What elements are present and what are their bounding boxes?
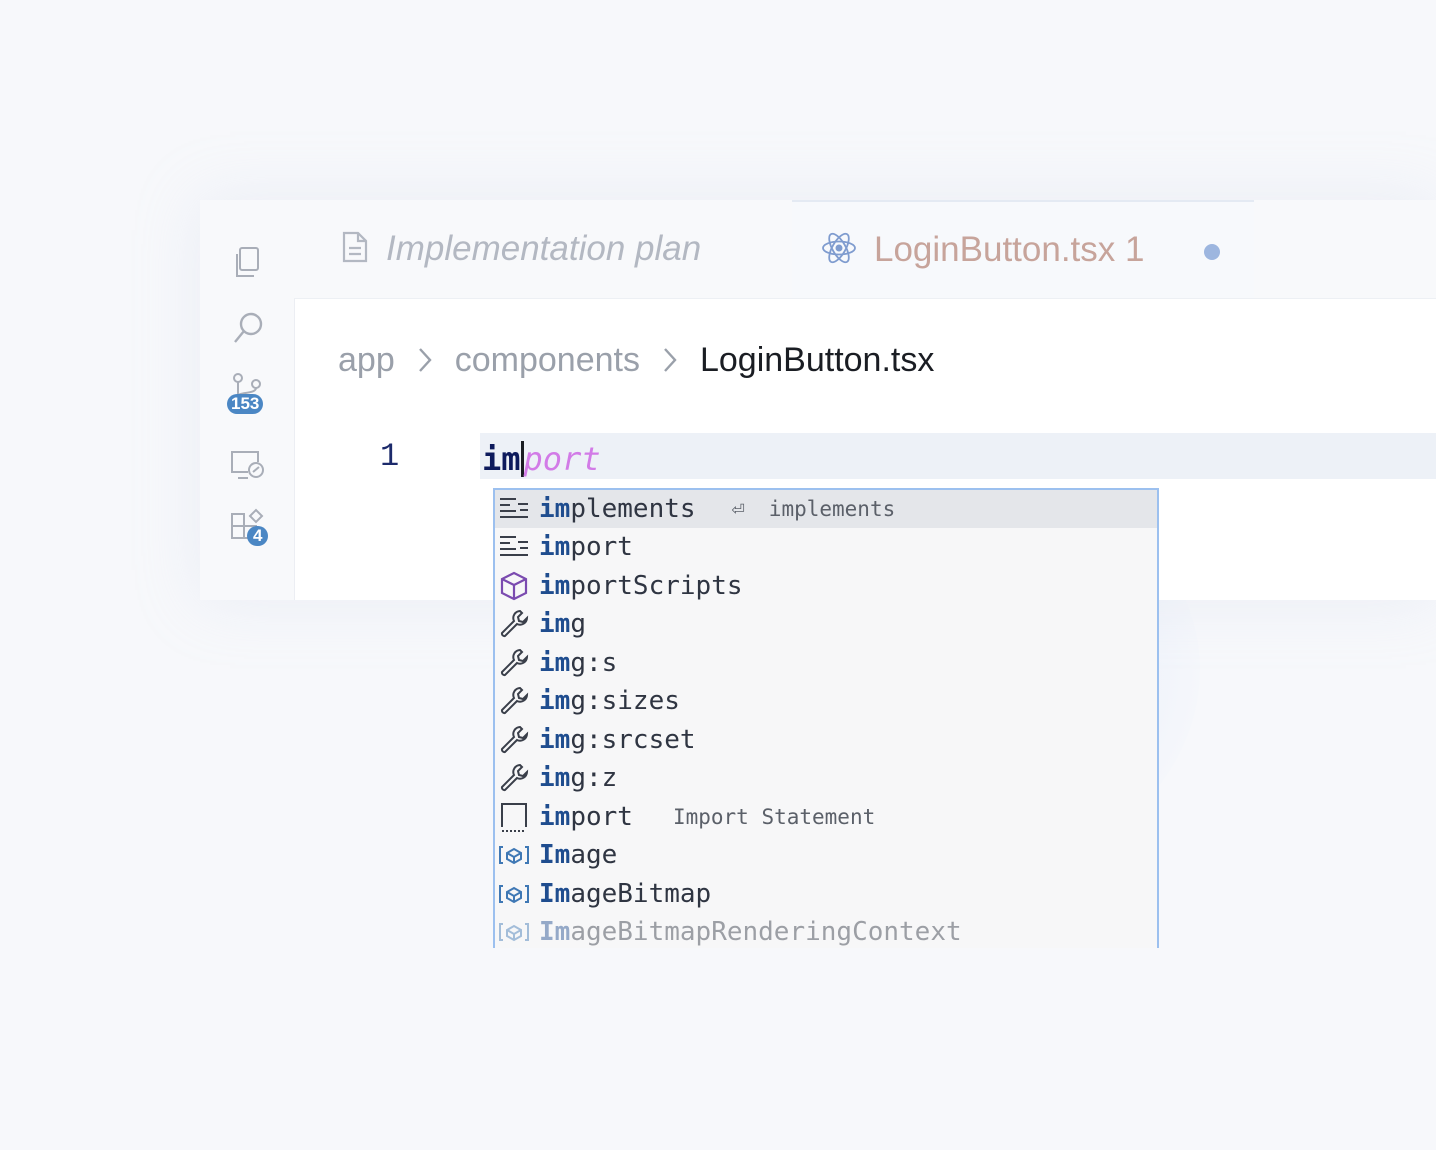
chevron-right-icon <box>417 346 433 374</box>
tab-implementation-plan[interactable]: Implementation plan <box>294 200 792 298</box>
suggestion-detail: Import Statement <box>672 805 876 829</box>
suggestion-item[interactable]: img <box>495 605 1157 643</box>
suggestion-hint: ⏎ implements <box>732 497 896 522</box>
tab-label: Implementation plan <box>386 229 702 268</box>
typed-text: im <box>482 440 521 478</box>
suggestion-label: img:sizes <box>539 686 680 716</box>
suggestion-label: import <box>539 802 633 832</box>
suggestion-item[interactable]: import Import Statement <box>495 798 1157 836</box>
suggestion-item[interactable]: Image <box>495 836 1157 874</box>
search-icon[interactable] <box>228 308 268 348</box>
enter-key-icon: ⏎ <box>731 496 745 522</box>
tab-bar: Implementation plan LoginButton.tsx 1 <box>294 200 1436 299</box>
tab-label: LoginButton.tsx 1 <box>874 230 1145 269</box>
suggestion-item[interactable]: ImageBitmap <box>495 875 1157 913</box>
suggestion-label: ImageBitmap <box>539 879 712 909</box>
breadcrumb-app[interactable]: app <box>338 341 395 380</box>
variable-icon <box>497 915 531 948</box>
react-icon <box>820 229 858 272</box>
wrench-icon <box>497 723 531 757</box>
suggestion-label: importScripts <box>539 571 743 601</box>
snippet-box-icon <box>497 800 531 834</box>
keyword-snippet-icon <box>497 530 531 564</box>
remote-explorer-icon[interactable] <box>228 444 268 484</box>
suggestion-label: import <box>539 532 633 562</box>
suggestion-item[interactable]: img:s <box>495 644 1157 682</box>
suggestion-label: img:srcset <box>539 725 696 755</box>
suggestion-item[interactable]: img:z <box>495 759 1157 797</box>
suggestion-label: img:z <box>539 763 618 793</box>
inline-suggestion: port <box>523 440 601 478</box>
source-control-badge: 153 <box>227 394 264 414</box>
document-icon <box>340 230 370 269</box>
suggestion-label: img:s <box>539 648 618 678</box>
tab-login-button[interactable]: LoginButton.tsx 1 <box>792 200 1254 298</box>
suggestion-item[interactable]: importScripts <box>495 567 1157 605</box>
suggestion-item[interactable]: img:sizes <box>495 682 1157 720</box>
wrench-icon <box>497 684 531 718</box>
code-editor-line[interactable]: import <box>482 436 601 482</box>
suggestion-label: img <box>539 609 586 639</box>
suggestion-detail: implements <box>768 497 896 521</box>
line-number: 1 <box>380 438 400 475</box>
variable-icon <box>497 877 531 911</box>
chevron-right-icon <box>662 346 678 374</box>
suggestion-item[interactable]: import <box>495 528 1157 566</box>
suggestion-item[interactable]: ImageBitmapRenderingContext <box>495 913 1157 948</box>
activity-bar: 153 4 <box>200 200 295 600</box>
current-line-highlight <box>480 433 1436 479</box>
files-icon[interactable] <box>228 242 268 282</box>
breadcrumb: app components LoginButton.tsx <box>338 338 934 382</box>
suggestion-label: ImageBitmapRenderingContext <box>539 917 962 947</box>
suggestion-widget: implements ⏎ implements import importScr… <box>493 488 1159 948</box>
suggestion-label: implements <box>539 494 696 524</box>
unsaved-dot-icon[interactable] <box>1204 244 1220 260</box>
suggestion-label: Image <box>539 840 618 870</box>
suggestion-item[interactable]: img:srcset <box>495 721 1157 759</box>
breadcrumb-file[interactable]: LoginButton.tsx <box>700 341 934 380</box>
keyword-snippet-icon <box>497 492 531 526</box>
module-cube-icon <box>497 569 531 603</box>
breadcrumb-components[interactable]: components <box>455 341 640 380</box>
wrench-icon <box>497 607 531 641</box>
wrench-icon <box>497 761 531 795</box>
wrench-icon <box>497 646 531 680</box>
variable-icon <box>497 838 531 872</box>
suggestion-item[interactable]: implements ⏎ implements <box>495 490 1157 528</box>
